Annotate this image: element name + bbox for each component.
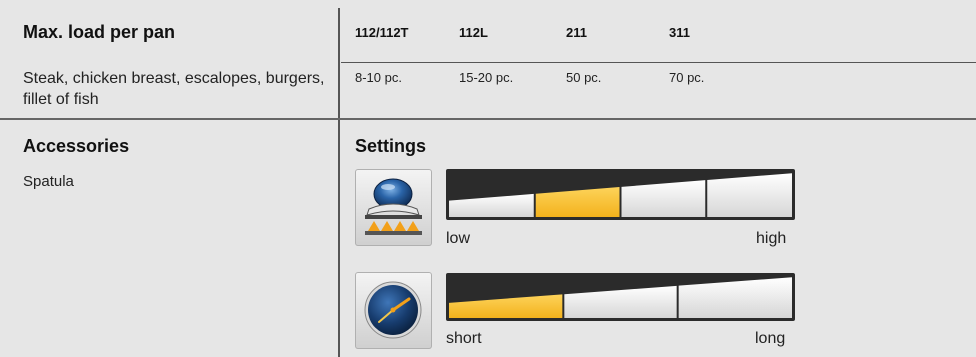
load-title: Max. load per pan: [23, 22, 176, 42]
time-short-label: short: [446, 330, 482, 347]
time-segment-3: [678, 277, 792, 318]
heat-segment-1: [449, 193, 534, 217]
heat-segment-4: [707, 173, 792, 217]
heat-segment-3: [621, 180, 706, 217]
heat-level-bar: [446, 169, 795, 220]
model-112l: 112L: [459, 25, 488, 40]
accessory-item: Spatula: [23, 173, 74, 190]
model-112-112t: 112/112T: [355, 25, 409, 40]
load-value-311: 70 pc.: [669, 70, 705, 85]
accessories-title: Accessories: [23, 136, 130, 156]
clock-icon: [355, 272, 432, 349]
page: Max. load per pan Steak, chicken breast,…: [0, 0, 976, 357]
section-divider: [0, 118, 976, 120]
heat-segment-2: [535, 187, 620, 217]
heat-low-label: low: [446, 230, 471, 247]
header-divider: [341, 62, 976, 63]
load-value-112l: 15-20 pc.: [459, 70, 514, 85]
vertical-divider: [338, 8, 340, 357]
settings-title: Settings: [355, 136, 427, 156]
time-level-bar: [446, 273, 795, 321]
time-segment-1: [449, 294, 563, 318]
load-value-112-112t: 8-10 pc.: [355, 70, 402, 85]
heat-high-label: high: [756, 230, 787, 247]
time-long-label: long: [755, 330, 786, 347]
heat-pan-icon: [355, 169, 432, 246]
load-value-211: 50 pc.: [566, 70, 602, 85]
model-311: 311: [669, 25, 690, 40]
time-segment-2: [564, 285, 677, 318]
model-211: 211: [566, 25, 587, 40]
food-description: Steak, chicken breast, escalopes, burger…: [23, 70, 325, 108]
